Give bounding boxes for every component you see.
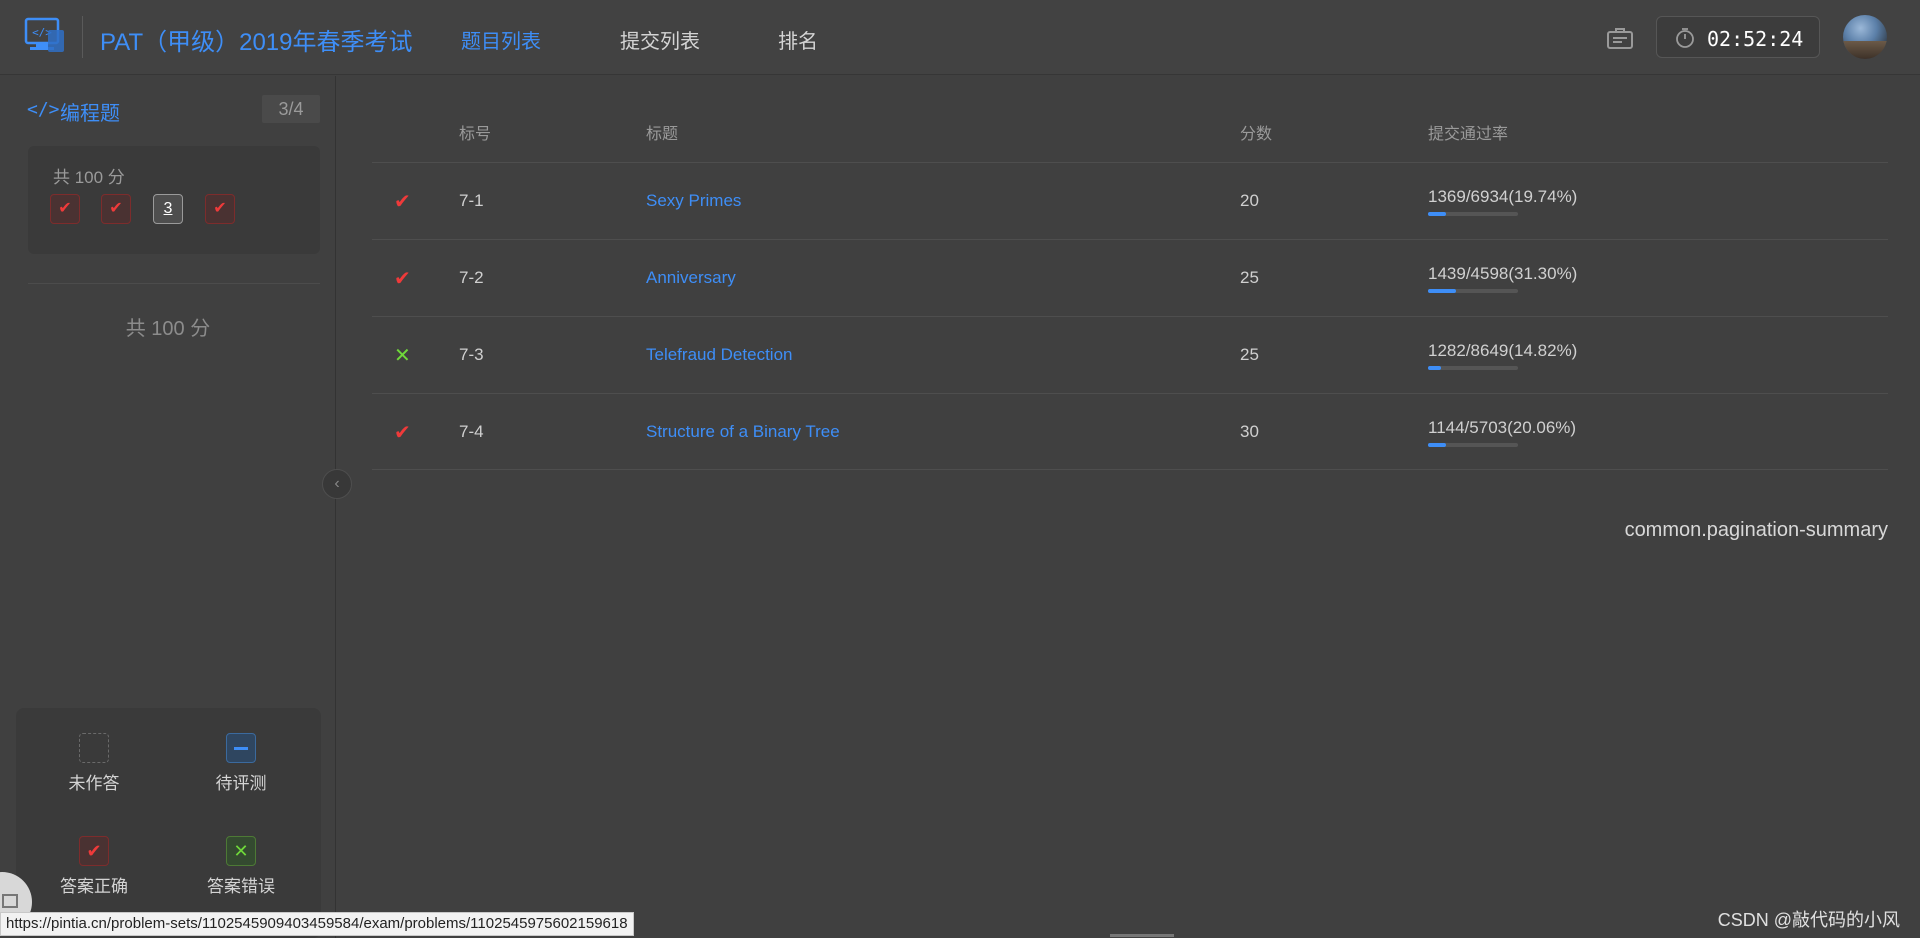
message-icon (2, 894, 18, 908)
header-pass-rate: 提交通过率 (1428, 126, 1509, 143)
pending-icon (226, 733, 256, 763)
problem-number: 7-3 (459, 345, 484, 364)
table-row[interactable]: ✔ 7-2 Anniversary 25 1439/4598(31.30%) (372, 239, 1888, 316)
cross-icon: ✕ (394, 345, 411, 367)
problem-title-link[interactable]: Anniversary (646, 268, 736, 288)
table-bottom-border (372, 469, 1888, 470)
legend-pending: 待评测 (181, 733, 301, 794)
legend-wrong: ✕ 答案错误 (181, 836, 301, 897)
question-card: 共 100 分 ✔ ✔ 3 ✔ (28, 146, 320, 254)
question-3-button[interactable]: 3 (153, 194, 183, 224)
pass-rate-text: 1144/5703(20.06%) (1428, 418, 1577, 437)
check-icon: ✔ (394, 422, 411, 444)
pass-rate-bar (1428, 443, 1518, 447)
sidebar-divider (28, 283, 320, 284)
problem-title-link[interactable]: Sexy Primes (646, 191, 741, 211)
legend-label: 答案正确 (60, 877, 128, 896)
pass-rate-fill (1428, 443, 1447, 447)
pass-rate-text: 1282/8649(14.82%) (1428, 341, 1578, 360)
nav-problem-list[interactable]: 题目列表 (461, 25, 541, 54)
card-score: 共 100 分 (53, 168, 125, 187)
legend-label: 未作答 (68, 774, 120, 793)
code-monitor-icon[interactable]: </> (22, 16, 66, 56)
sidebar: </> 编程题 3/4 共 100 分 ✔ ✔ 3 ✔ 共 100 分 未作答 … (0, 76, 336, 938)
header-divider (82, 16, 83, 58)
header-score: 分数 (1240, 126, 1273, 143)
question-2-button[interactable]: ✔ (101, 194, 131, 224)
scroll-indicator (1110, 934, 1174, 937)
problem-score: 30 (1240, 422, 1259, 441)
problem-title-link[interactable]: Telefraud Detection (646, 345, 792, 365)
chevron-left-icon[interactable]: ‹ (322, 469, 352, 499)
pass-rate-fill (1428, 212, 1446, 216)
timer-text: 02:52:24 (1707, 27, 1804, 51)
app-title[interactable]: PAT（甲级）2019年春季考试 (100, 22, 413, 57)
timer-box: 02:52:24 (1656, 16, 1820, 58)
problem-score: 25 (1240, 268, 1259, 287)
legend-label: 答案错误 (207, 877, 275, 896)
code-icon: </> (27, 99, 60, 120)
problem-number: 7-2 (459, 268, 484, 287)
pass-rate-fill (1428, 289, 1457, 293)
legend-card: 未作答 待评测 ✔ 答案正确 ✕ 答案错误 (16, 708, 321, 938)
nav-ranking[interactable]: 排名 (778, 25, 818, 54)
pass-rate-text: 1369/6934(19.74%) (1428, 187, 1578, 206)
check-icon: ✔ (394, 268, 411, 290)
briefcase-icon[interactable] (1606, 26, 1634, 50)
table-row[interactable]: ✔ 7-4 Structure of a Binary Tree 30 1144… (372, 393, 1888, 470)
problem-number: 7-4 (459, 422, 484, 441)
status-bar-url: https://pintia.cn/problem-sets/110254590… (0, 912, 634, 936)
legend-unanswered: 未作答 (34, 733, 154, 794)
pass-rate-bar (1428, 212, 1518, 216)
pass-rate-fill (1428, 366, 1442, 370)
cross-icon: ✕ (226, 836, 256, 866)
header-title: 标题 (646, 126, 679, 143)
avatar[interactable] (1843, 15, 1887, 59)
header-number: 标号 (459, 126, 492, 143)
problem-title-link[interactable]: Structure of a Binary Tree (646, 422, 840, 442)
check-icon: ✔ (394, 191, 411, 213)
question-1-button[interactable]: ✔ (50, 194, 80, 224)
sidebar-title[interactable]: 编程题 (60, 97, 120, 126)
pass-rate-bar (1428, 289, 1518, 293)
pass-rate-bar (1428, 366, 1518, 370)
table-row[interactable]: ✕ 7-3 Telefraud Detection 25 1282/8649(1… (372, 316, 1888, 393)
question-4-button[interactable]: ✔ (205, 194, 235, 224)
legend-correct: ✔ 答案正确 (34, 836, 154, 897)
legend-label: 待评测 (215, 774, 267, 793)
total-score: 共 100 分 (125, 318, 211, 340)
problem-score: 20 (1240, 191, 1259, 210)
pagination-summary: common.pagination-summary (1624, 519, 1888, 541)
problem-score: 25 (1240, 345, 1259, 364)
check-icon: ✔ (79, 836, 109, 866)
stopwatch-icon (1676, 28, 1694, 48)
question-count: 3/4 (262, 95, 320, 123)
table-row[interactable]: ✔ 7-1 Sexy Primes 20 1369/6934(19.74%) (372, 162, 1888, 239)
top-header: </> PAT（甲级）2019年春季考试 题目列表 提交列表 排名 02:52:… (0, 0, 1920, 75)
pass-rate-text: 1439/4598(31.30%) (1428, 264, 1578, 283)
nav-submission-list[interactable]: 提交列表 (620, 25, 700, 54)
problem-number: 7-1 (459, 191, 484, 210)
unanswered-icon (79, 733, 109, 763)
watermark: CSDN @敲代码的小风 (1717, 910, 1900, 930)
